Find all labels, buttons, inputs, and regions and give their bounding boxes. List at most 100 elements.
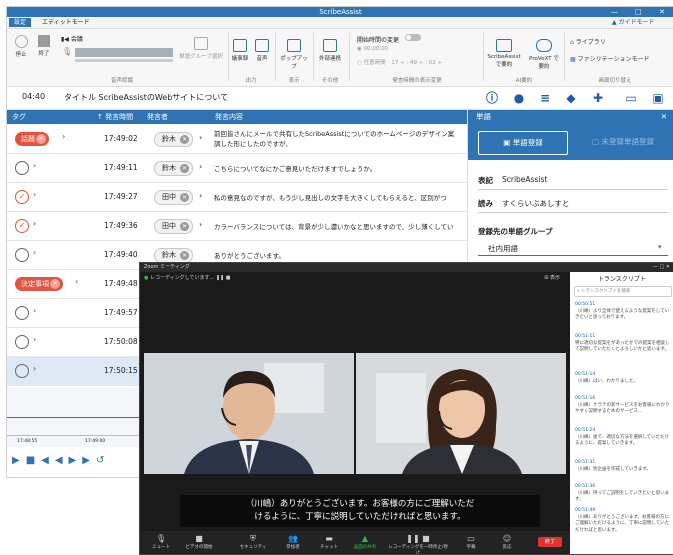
header-content[interactable]: 発言内容 <box>215 110 243 124</box>
popup-button[interactable]: ポップアップ <box>279 39 309 70</box>
chevron-right-icon[interactable]: › <box>33 364 36 373</box>
speaker-icon[interactable]: ● <box>512 91 526 105</box>
tag-check-icon[interactable]: ✓ <box>15 190 29 204</box>
minimize-button[interactable]: — <box>611 7 618 17</box>
fast-forward-icon[interactable]: ▶▶ <box>69 455 96 466</box>
header-time[interactable]: ↑ 発言時間 <box>97 110 133 124</box>
minute-field[interactable]: 49 <box>410 60 417 66</box>
chevron-right-icon[interactable]: › <box>62 132 65 141</box>
menu-settings[interactable]: 設定 <box>9 18 32 27</box>
audio-source[interactable]: ▮◀ 会議 <box>61 34 83 43</box>
play-icon[interactable]: ▶ <box>12 455 26 466</box>
library-button[interactable]: ⌂ ライブラリ <box>570 37 606 46</box>
remove-speaker-icon[interactable]: ✕ <box>180 193 189 202</box>
stop-button[interactable]: 停止 <box>11 35 31 58</box>
tag-empty-circle[interactable] <box>15 335 29 349</box>
maximize-button[interactable]: □ <box>635 7 642 17</box>
table-row[interactable]: ✓ › 17:49:27 田中 ✕ › 私の意見なのですが、もう少し見出しの文字を… <box>7 183 467 212</box>
scribeassist-summary-button[interactable]: ScribeAssist で要約 <box>487 39 521 68</box>
table-row[interactable]: › 17:49:11 鈴木 ✕ › こちらについてなにかご意見いただけますでしょう… <box>7 154 467 183</box>
leave-meeting-button[interactable]: 終了 <box>538 537 562 547</box>
row-text[interactable]: 私の意見なのですが、もう少し見出しの文字を大きくしてもらえると、区別がつ <box>214 193 469 203</box>
row-text[interactable]: ありがとうございます。 <box>214 251 469 261</box>
chevron-right-icon[interactable]: › <box>33 190 36 199</box>
tag-pill-topic[interactable]: 話題 ✕ <box>15 132 49 146</box>
video-tile-woman[interactable] <box>356 353 566 474</box>
row-text[interactable]: こちらについてなにかご意見いただけますでしょうか。 <box>214 164 469 174</box>
word-group-select-button[interactable]: 単語グループ選択 <box>177 37 225 60</box>
text-format-icon[interactable]: ≡ <box>538 91 552 105</box>
hour-field[interactable]: 17 <box>391 60 398 66</box>
remove-speaker-icon[interactable]: ✕ <box>180 251 189 260</box>
chevron-right-icon[interactable]: › <box>199 162 202 171</box>
add-word-icon[interactable]: ✚ <box>591 91 605 105</box>
tag-icon[interactable]: ◆ <box>564 91 578 105</box>
tag-empty-circle[interactable] <box>15 364 29 378</box>
recording-control-button[interactable]: ❚❚ ■ レコーディングを一時停止/停止 <box>388 534 448 554</box>
chevron-right-icon[interactable]: › <box>199 133 202 142</box>
stop-icon[interactable]: ■ <box>26 455 41 466</box>
zoom-window-controls[interactable]: — □ ✕ <box>653 263 670 272</box>
captions-button[interactable]: ▭ 字幕 <box>452 534 490 550</box>
chevron-right-icon[interactable]: › <box>199 220 202 229</box>
pause-recording-icon[interactable]: ❚❚ ■ <box>216 275 231 281</box>
close-button[interactable]: ✕ <box>659 7 665 17</box>
tag-empty-circle[interactable] <box>15 161 29 175</box>
reactions-button[interactable]: ☺ 反応 <box>488 534 526 550</box>
word-group-select[interactable]: 社内用語 <box>488 243 518 254</box>
tag-check-icon[interactable]: ✓ <box>15 219 29 233</box>
table-row[interactable]: 話題 ✕ › 17:49:02 鈴木 ✕ › 前回皆さんにメールで共有したScrib… <box>7 125 467 154</box>
notation-input[interactable]: ScribeAssist <box>502 175 547 184</box>
speaker-chip[interactable]: 鈴木 ✕ <box>154 161 193 176</box>
external-link-button[interactable]: 外部連携 <box>316 39 344 62</box>
waveform-area[interactable]: 17:48:55 17:49:00 <box>7 387 140 447</box>
participants-button[interactable]: 👥 参加者 <box>274 534 312 550</box>
dictionary-icon[interactable]: ▣ <box>651 91 665 105</box>
facilitation-mode-button[interactable]: ▦ ファシリテーションモード <box>570 54 649 63</box>
chevron-right-icon[interactable]: › <box>33 306 36 315</box>
mute-button[interactable]: 🎙 ミュート <box>142 534 180 550</box>
header-speaker[interactable]: 発言者 <box>147 110 168 124</box>
remove-speaker-icon[interactable]: ✕ <box>180 135 189 144</box>
transcript-search-input[interactable]: ⌕ トランスクリプトを検索 <box>574 286 672 297</box>
video-tile-man[interactable] <box>144 353 354 474</box>
tag-pill-decision[interactable]: 決定事項 ✕ <box>15 277 63 291</box>
remove-tag-icon[interactable]: ✕ <box>36 134 46 144</box>
chevron-right-icon[interactable]: › <box>33 219 36 228</box>
radio-zero-time[interactable]: ◉ 00:00:00 <box>357 46 388 52</box>
rewind-icon[interactable]: ◀◀ <box>41 455 68 466</box>
chevron-right-icon[interactable]: › <box>75 277 78 286</box>
tag-empty-circle[interactable] <box>15 248 29 262</box>
guide-mode-toggle[interactable]: ▲ ガイドモード <box>607 18 660 27</box>
document-title[interactable]: タイトル ScribeAssistのWebサイトについて <box>64 92 228 103</box>
chevron-right-icon[interactable]: › <box>199 191 202 200</box>
speaker-chip[interactable]: 田中 ✕ <box>154 219 193 234</box>
pin-icon[interactable]: ✕ <box>661 110 667 124</box>
chevron-right-icon[interactable]: › <box>33 248 36 257</box>
security-button[interactable]: ⛨ セキュリティ <box>234 534 272 550</box>
radio-custom-time[interactable]: ○ 任意時間 17 ÷ : 49 ÷ : 02 ÷ <box>357 58 442 66</box>
speaker-chip[interactable]: 鈴木 ✕ <box>154 248 193 263</box>
minutes-button[interactable]: 議事録 <box>231 39 249 62</box>
chevron-down-icon[interactable]: ▾ <box>658 243 662 251</box>
info-icon[interactable]: ⓘ <box>485 91 499 105</box>
share-screen-button[interactable]: ▲ 画面の共有 <box>346 534 384 550</box>
speaker-chip[interactable]: 田中 ✕ <box>154 190 193 205</box>
remove-speaker-icon[interactable]: ✕ <box>180 164 189 173</box>
chevron-right-icon[interactable]: › <box>33 161 36 170</box>
audio-export-button[interactable]: 音声 <box>253 39 271 62</box>
start-video-button[interactable]: ■ ビデオの開始 <box>180 534 218 550</box>
header-tag[interactable]: タグ <box>12 110 26 124</box>
replay-icon[interactable]: ↺ <box>96 455 110 466</box>
chat-button[interactable]: ▬ チャット <box>310 534 348 550</box>
remove-tag-icon[interactable]: ✕ <box>50 279 60 289</box>
chevron-right-icon[interactable]: › <box>33 335 36 344</box>
provoxt-summary-button[interactable]: ProVoXT で要約 <box>527 39 561 70</box>
speaker-chip[interactable]: 鈴木 ✕ <box>154 132 193 147</box>
row-text[interactable]: 前回皆さんにメールで共有したScribeAssistについてのホームページのデザ… <box>214 129 469 149</box>
table-row[interactable]: ✓ › 17:49:36 田中 ✕ › カラーバランスについては、背景が少し濃いか… <box>7 212 467 241</box>
tab-unregistered-word[interactable]: ▢ 未登録単語登録 <box>576 131 670 153</box>
menu-edit-mode[interactable]: エディットモード <box>37 18 95 27</box>
second-field[interactable]: 02 <box>429 60 436 66</box>
remove-speaker-icon[interactable]: ✕ <box>180 222 189 231</box>
